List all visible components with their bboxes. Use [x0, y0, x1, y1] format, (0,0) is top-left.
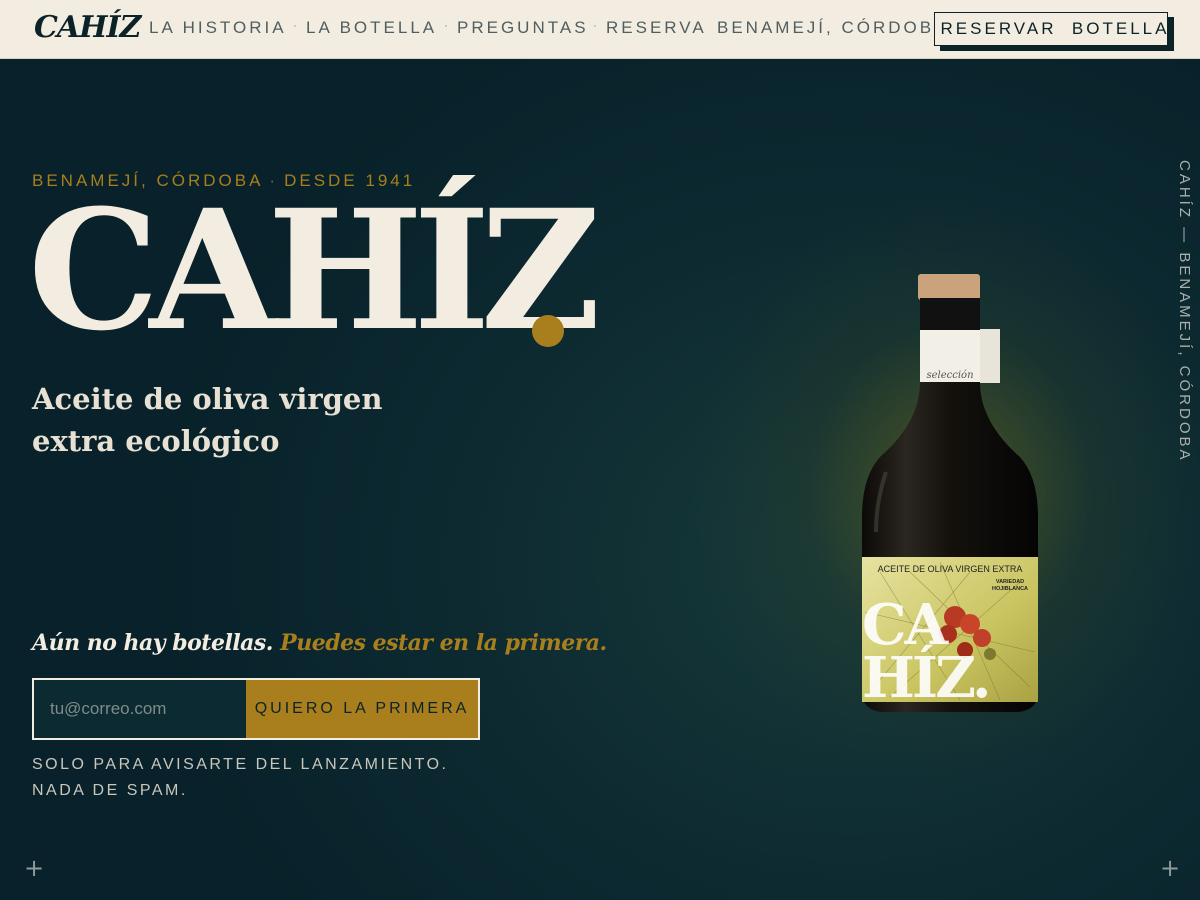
teaser-part-1: Aún no hay botellas. — [32, 630, 273, 656]
signup-form: QUIERO LA PRIMERA — [32, 678, 480, 740]
plus-corner-icon: + — [24, 854, 45, 882]
email-input[interactable] — [34, 680, 246, 738]
subtitle-line-2: extra ecológico — [32, 424, 280, 458]
nav-link-historia[interactable]: LA HISTORIA — [149, 18, 287, 38]
vertical-side-label: CAHÍZ — BENAMEJÍ, CÓRDOBA — [1176, 160, 1193, 463]
subtitle-line-1: Aceite de oliva virgen — [32, 382, 383, 416]
launch-teaser: Aún no hay botellas. Puedes estar en la … — [32, 630, 607, 656]
nav-separator: · — [444, 18, 448, 32]
title-dot-icon — [532, 315, 564, 347]
nav-link-reserva[interactable]: RESERVA — [606, 18, 707, 38]
bottle-tag-flap — [980, 329, 1000, 383]
reserve-bottle-button[interactable]: RESERVAR BOTELLA — [934, 12, 1168, 46]
nav-separator: · — [293, 18, 297, 32]
reserve-bottle-label: RESERVAR BOTELLA — [940, 19, 1170, 38]
nav-link-botella[interactable]: LA BOTELLA — [306, 18, 437, 38]
bottle-tag-text: selección — [926, 370, 973, 381]
olive-oil-bottle-image: selección ACEITE DE OLIVA VIRGEN EXTRA V… — [862, 274, 1038, 712]
top-nav: CAHÍZ LA HISTORIA · LA BOTELLA · PREGUNT… — [0, 0, 1200, 59]
note-line-1: SOLO PARA AVISARTE DEL LANZAMIENTO. — [32, 756, 449, 773]
bottle-variety-1: VARIEDAD — [996, 579, 1024, 585]
privacy-note: SOLO PARA AVISARTE DEL LANZAMIENTO. NADA… — [32, 752, 449, 804]
hero-title: CAHÍZ — [28, 173, 601, 367]
signup-submit-button[interactable]: QUIERO LA PRIMERA — [246, 680, 478, 738]
plus-corner-icon: + — [1160, 854, 1181, 882]
hero-section: BENAMEJÍ, CÓRDOBA · DESDE 1941 CAHÍZ Aceit… — [0, 60, 1200, 900]
bottle-label-word-2: HÍZ. — [862, 644, 989, 711]
nav-link-preguntas[interactable]: PREGUNTAS — [457, 18, 589, 38]
nav-location: BENAMEJÍ, CÓRDOBA — [717, 18, 949, 37]
bottle-label-top: ACEITE DE OLIVA VIRGEN EXTRA — [878, 564, 1023, 574]
nav-separator: · — [593, 18, 597, 32]
teaser-part-2: Puedes estar en la primera. — [280, 630, 607, 656]
bottle-cork — [918, 274, 980, 300]
brand-logo[interactable]: CAHÍZ — [34, 10, 141, 45]
hero-subtitle: Aceite de oliva virgen extra ecológico — [32, 378, 392, 462]
note-line-2: NADA DE SPAM. — [32, 782, 188, 799]
bottle-variety-2: HOJIBLANCA — [992, 586, 1028, 592]
